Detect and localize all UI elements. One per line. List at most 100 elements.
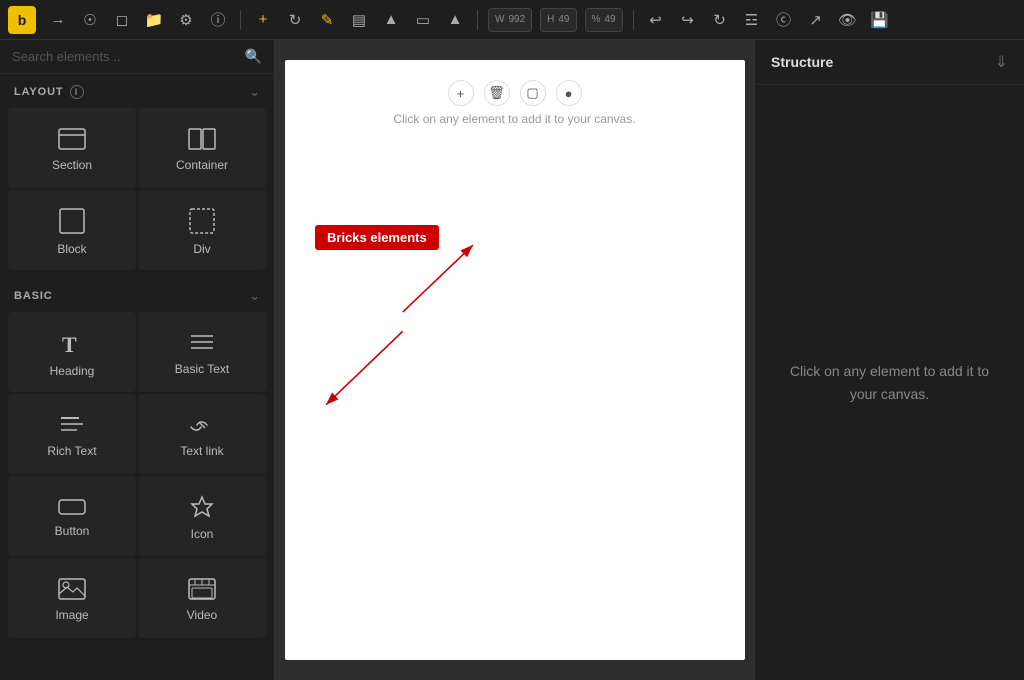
desktop-icon[interactable]: ▲	[441, 6, 469, 34]
redo-icon[interactable]: ↪	[674, 6, 702, 34]
container-label: Container	[176, 158, 228, 172]
left-sidebar: 🔍 LAYOUT i ⌄ Section Contain	[0, 40, 275, 680]
button-icon	[58, 498, 86, 516]
heading-icon: T	[60, 330, 84, 356]
canvas-paper: + 🗑 ▢ ● Click on any element to add it t…	[285, 60, 745, 660]
height-field[interactable]: H 49	[540, 8, 576, 32]
preview-icon[interactable]: 👁	[834, 6, 862, 34]
history-icon[interactable]: ▤	[345, 6, 373, 34]
zoom-value: 49	[604, 14, 615, 25]
element-image[interactable]: Image	[8, 558, 136, 638]
structure-placeholder: Click on any element to add it to your c…	[775, 360, 1004, 405]
text-link-icon	[189, 414, 215, 436]
logo[interactable]: b	[8, 6, 36, 34]
block-label: Block	[57, 242, 86, 256]
canvas-settings-btn[interactable]: ●	[556, 80, 582, 106]
arrow-tool[interactable]: →	[44, 6, 72, 34]
sep2	[477, 10, 478, 30]
div-label: Div	[193, 242, 210, 256]
basic-chevron[interactable]: ⌄	[249, 288, 260, 304]
div-icon	[189, 208, 215, 234]
section-icon	[58, 128, 86, 150]
basic-section-header: BASIC ⌄	[0, 278, 274, 312]
pencil-icon[interactable]: ✎	[313, 6, 341, 34]
shield-icon[interactable]: ☉	[76, 6, 104, 34]
layers-icon[interactable]: ☲	[738, 6, 766, 34]
canvas-area: + 🗑 ▢ ● Click on any element to add it t…	[275, 40, 754, 680]
basic-grid: T Heading Basic Text Rich Text	[0, 312, 274, 646]
element-rich-text[interactable]: Rich Text	[8, 394, 136, 474]
block-icon	[59, 208, 85, 234]
element-block[interactable]: Block	[8, 190, 136, 270]
layout-chevron[interactable]: ⌄	[249, 84, 260, 100]
right-sidebar: Structure ⇓ Click on any element to add …	[754, 40, 1024, 680]
undo-icon[interactable]: ↩	[642, 6, 670, 34]
image-label: Image	[55, 608, 88, 622]
width-field[interactable]: W 992	[488, 8, 532, 32]
tablet-icon[interactable]: ▭	[409, 6, 437, 34]
icon-element-icon	[190, 495, 214, 519]
button-label: Button	[55, 524, 90, 538]
layout-label: LAYOUT	[14, 86, 64, 98]
element-basic-text[interactable]: Basic Text	[138, 312, 266, 392]
element-section[interactable]: Section	[8, 108, 136, 188]
save-icon[interactable]: 💾	[866, 6, 894, 34]
refresh-icon[interactable]: ↻	[281, 6, 309, 34]
settings-icon[interactable]: ⚙	[172, 6, 200, 34]
width-label: W	[495, 14, 504, 25]
width-value: 992	[508, 14, 525, 25]
rich-text-icon	[59, 414, 85, 436]
basic-label: BASIC	[14, 290, 53, 302]
element-container[interactable]: Container	[138, 108, 266, 188]
percent-label: %	[592, 14, 601, 25]
layout-section-header: LAYOUT i ⌄	[0, 74, 274, 108]
search-bar: 🔍	[0, 40, 274, 74]
height-value: 49	[558, 14, 569, 25]
main-layout: 🔍 LAYOUT i ⌄ Section Contain	[0, 40, 1024, 680]
element-div[interactable]: Div	[138, 190, 266, 270]
zoom-field[interactable]: % 49	[585, 8, 623, 32]
icon-label: Icon	[191, 527, 214, 541]
basic-text-label: Basic Text	[175, 362, 229, 376]
mobile-icon[interactable]: ▲	[377, 6, 405, 34]
svg-text:T: T	[62, 332, 77, 356]
sep3	[633, 10, 634, 30]
search-icon: 🔍	[245, 48, 262, 65]
right-panel-content: Click on any element to add it to your c…	[755, 85, 1024, 680]
section-label: Section	[52, 158, 92, 172]
heading-label: Heading	[50, 364, 95, 378]
element-text-link[interactable]: Text link	[138, 394, 266, 474]
element-heading[interactable]: T Heading	[8, 312, 136, 392]
structure-title: Structure	[771, 54, 833, 70]
container-icon	[188, 128, 216, 150]
element-icon-item[interactable]: Icon	[138, 476, 266, 556]
canvas-add-btn[interactable]: +	[448, 80, 474, 106]
element-video[interactable]: Video	[138, 558, 266, 638]
basic-text-icon	[189, 332, 215, 354]
folder-icon[interactable]: 📁	[140, 6, 168, 34]
rich-text-label: Rich Text	[47, 444, 96, 458]
sep1	[240, 10, 241, 30]
rotate-icon[interactable]: ↻	[706, 6, 734, 34]
canvas-delete-btn[interactable]: 🗑	[484, 80, 510, 106]
download-icon[interactable]: ⇓	[995, 52, 1008, 72]
video-icon	[188, 578, 216, 600]
layout-info-icon[interactable]: i	[70, 85, 84, 99]
page-icon[interactable]: ◻	[108, 6, 136, 34]
video-label: Video	[187, 608, 217, 622]
right-panel-header: Structure ⇓	[755, 40, 1024, 85]
element-button[interactable]: Button	[8, 476, 136, 556]
search-input[interactable]	[12, 49, 237, 64]
height-label: H	[547, 14, 554, 25]
external-icon[interactable]: ↗	[802, 6, 830, 34]
text-link-label: Text link	[180, 444, 223, 458]
help-icon[interactable]: ⓘ	[204, 6, 232, 34]
main-toolbar: b → ☉ ◻ 📁 ⚙ ⓘ + ↻ ✎ ▤ ▲ ▭ ▲ W 992 H 49 %…	[0, 0, 1024, 40]
canvas-hint: Click on any element to add it to your c…	[393, 112, 635, 126]
canvas-duplicate-btn[interactable]: ▢	[520, 80, 546, 106]
canvas-toolbar: + 🗑 ▢ ●	[448, 80, 582, 106]
image-icon	[58, 578, 86, 600]
layout-grid: Section Container Block Di	[0, 108, 274, 278]
add-element-button[interactable]: +	[249, 6, 277, 34]
wordpress-icon[interactable]: ⓒ	[770, 6, 798, 34]
